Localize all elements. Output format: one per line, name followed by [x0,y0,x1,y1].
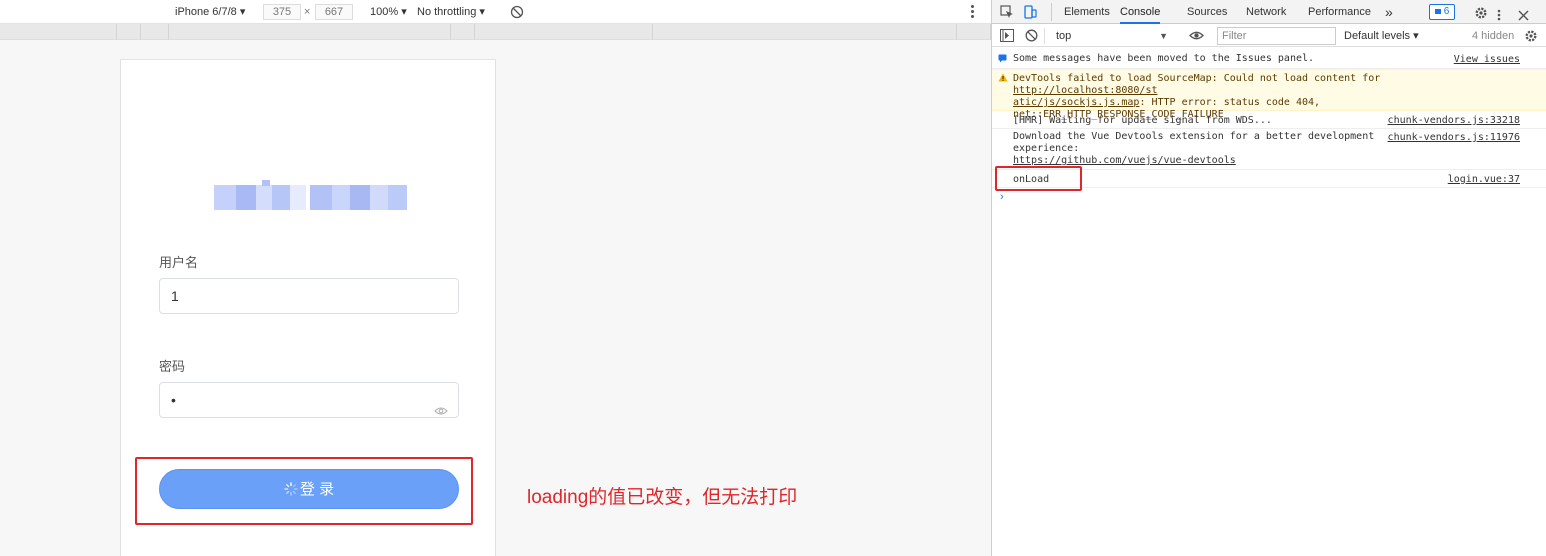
password-label: 密码 [159,359,186,374]
console-toolbar: top ▼ Filter Default levels ▾ 4 hidden [992,25,1546,47]
zoom-select[interactable]: 100% ▾ [370,0,407,24]
more-tabs-icon[interactable]: » [1385,0,1393,24]
issues-badge[interactable]: 6 [1429,4,1455,20]
rotate-icon[interactable] [510,4,524,20]
username-label: 用户名 [159,255,199,270]
tab-network[interactable]: Network [1246,0,1286,24]
source-link[interactable]: chunk-vendors.js:33218 [1388,115,1520,127]
media-query-ruler [0,24,991,40]
hidden-messages-count: 4 hidden [1472,30,1515,42]
console-prompt[interactable]: › [1000,191,1004,203]
device-toggle-icon[interactable] [1023,4,1037,20]
password-mask: • [171,392,176,408]
sourcemap-link-part2[interactable]: atic/js/sockjs.js.map [1013,97,1139,108]
username-input[interactable]: 1 [159,278,459,314]
source-link[interactable]: login.vue:37 [1448,174,1520,186]
dimension-separator: × [304,6,311,18]
inspect-icon[interactable] [1000,4,1014,20]
console-message-vue-devtools: Download the Vue Devtools extension for … [992,129,1546,170]
log-levels-select[interactable]: Default levels ▾ [1344,27,1419,45]
height-input[interactable]: 667 [315,4,353,20]
message-text-line2: experience: [1013,143,1080,154]
tab-sources[interactable]: Sources [1187,0,1227,24]
context-select[interactable]: top ▼ [1050,27,1176,45]
console-message-hmr: [HMR] Waiting for update signal from WDS… [992,112,1546,129]
device-emulation-pane: iPhone 6/7/8 ▾ 375 × 667 100% ▾ No throt… [0,0,991,556]
devtools-menu-icon[interactable] [1497,6,1501,21]
sourcemap-link-part1[interactable]: http://localhost:8080/st [1013,85,1158,96]
warning-text-line1: DevTools failed to load SourceMap: Could… [1013,73,1381,84]
devtools-panel: Elements Console Sources Network Perform… [992,0,1546,556]
live-expression-eye-icon[interactable] [1189,30,1204,44]
close-icon[interactable] [1518,6,1529,21]
device-toolbar: iPhone 6/7/8 ▾ 375 × 667 100% ▾ No throt… [0,0,991,24]
tab-separator [1051,3,1052,21]
more-options-icon[interactable] [971,5,975,19]
width-input[interactable]: 375 [263,4,301,20]
console-message-info: Some messages have been moved to the Iss… [992,52,1546,69]
issues-icon [1434,9,1441,14]
annotation-text: loading的值已改变，但无法打印 [527,487,798,508]
tab-performance[interactable]: Performance [1308,0,1371,24]
source-link[interactable]: chunk-vendors.js:11976 [1388,132,1520,144]
settings-gear-icon[interactable] [1474,5,1488,19]
dropdown-arrow-icon: ▼ [1159,31,1168,41]
tab-elements[interactable]: Elements [1064,0,1110,24]
info-message-icon [998,54,1007,63]
devtools-tabbar: Elements Console Sources Network Perform… [992,0,1546,24]
highlight-login-button [135,457,473,525]
warning-text-line2: : HTTP error: status code 404, [1139,97,1321,108]
message-text: [HMR] Waiting for update signal from WDS… [1013,115,1272,126]
console-filter-input[interactable]: Filter [1217,27,1336,45]
sidebar-toggle-icon[interactable] [1000,29,1014,45]
issues-count: 6 [1443,6,1450,17]
blurred-logo [214,180,407,210]
device-select[interactable]: iPhone 6/7/8 ▾ [175,0,245,24]
eye-icon[interactable] [434,394,448,415]
view-issues-link[interactable]: View issues [1454,54,1520,66]
warning-icon [998,73,1008,82]
context-label: top [1056,30,1072,42]
message-text: Some messages have been moved to the Iss… [1013,53,1315,64]
console-message-warning: DevTools failed to load SourceMap: Could… [992,69,1546,120]
password-input[interactable]: • [159,382,459,418]
console-settings-gear-icon[interactable] [1524,29,1538,46]
throttling-select[interactable]: No throttling ▾ [417,0,485,24]
vue-devtools-link[interactable]: https://github.com/vuejs/vue-devtools [1013,155,1236,166]
clear-console-icon[interactable] [1025,29,1038,45]
highlight-onload-message [995,166,1082,191]
tab-console[interactable]: Console [1120,0,1161,24]
message-text-line1: Download the Vue Devtools extension for … [1013,131,1375,142]
